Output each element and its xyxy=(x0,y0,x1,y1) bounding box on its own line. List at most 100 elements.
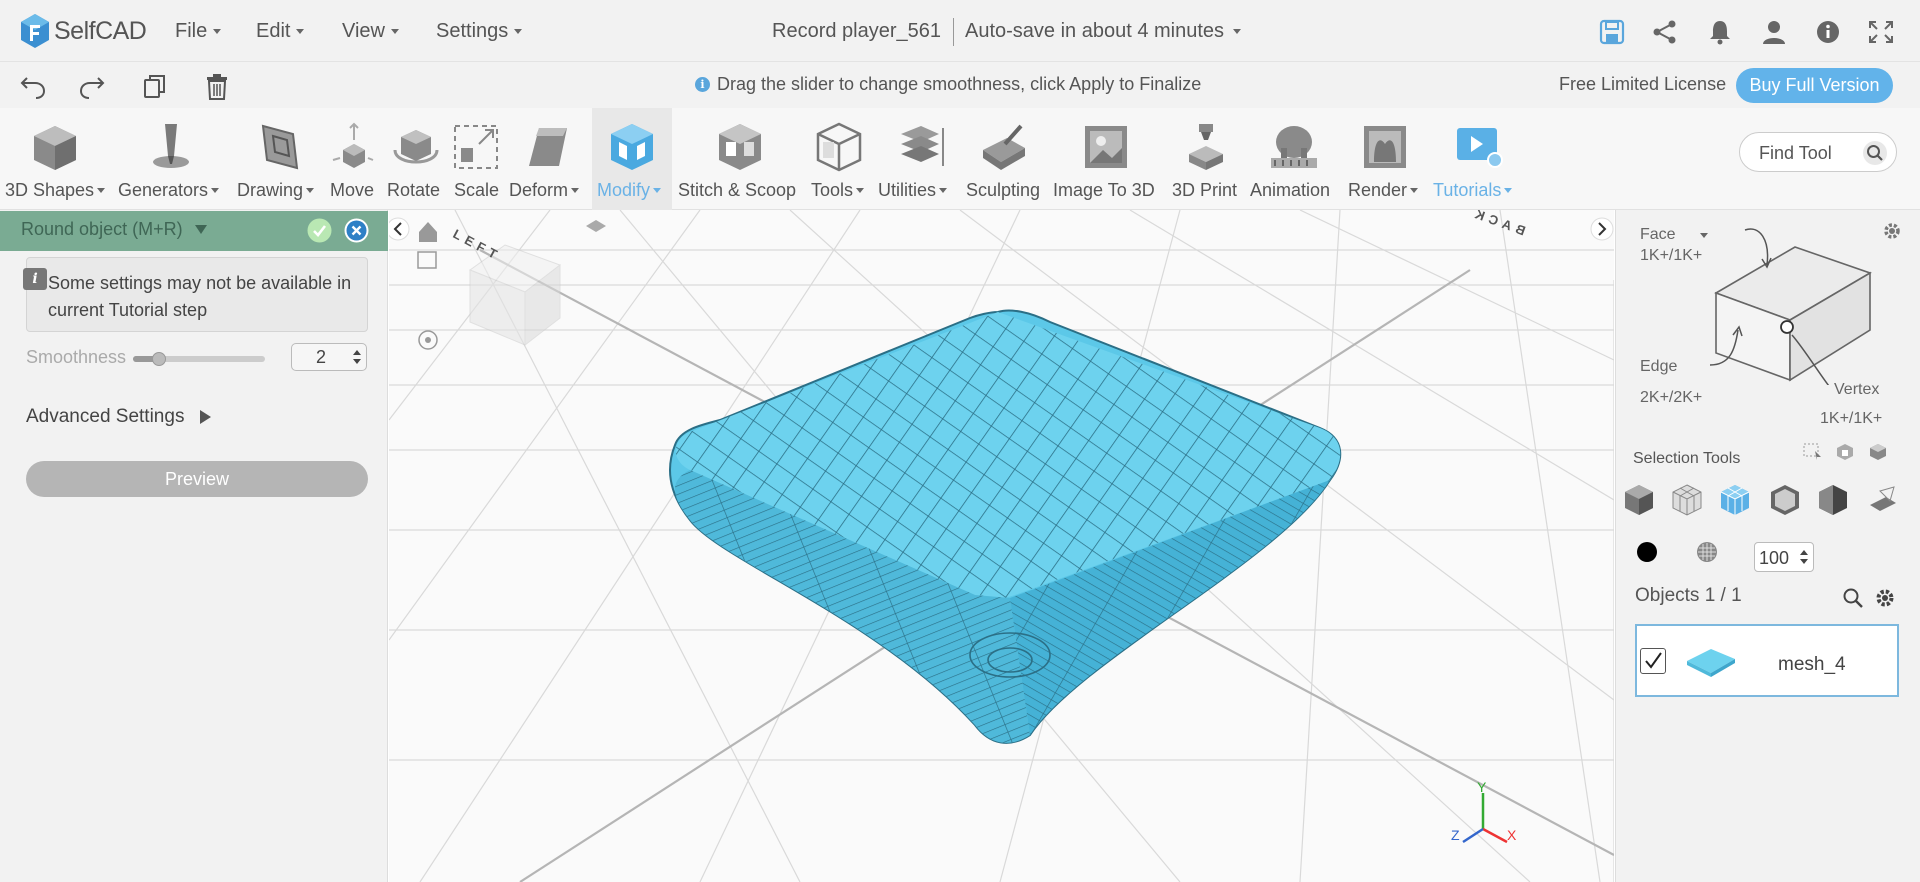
info-icon[interactable] xyxy=(1814,19,1842,45)
chevron-down-icon xyxy=(97,188,106,193)
save-icon[interactable] xyxy=(1598,19,1626,45)
chevron-down-icon xyxy=(213,29,222,34)
search-icon[interactable] xyxy=(1862,140,1888,166)
tool-label: Scale xyxy=(454,180,500,200)
scene-canvas[interactable]: LEFT BACK Y X Z xyxy=(389,210,1614,882)
opacity-value: 100 xyxy=(1759,548,1790,568)
chevron-down-icon xyxy=(856,188,865,193)
gear-icon[interactable] xyxy=(1874,587,1896,609)
3d-viewport[interactable]: LEFT BACK Y X Z xyxy=(389,210,1614,882)
perspective-icon[interactable] xyxy=(586,220,606,232)
vertex-count: 1K+/1K+ xyxy=(1820,410,1883,427)
menu-edit[interactable]: Edit xyxy=(256,20,305,43)
tool-modify[interactable]: Modify xyxy=(592,108,672,210)
tool-3d-print[interactable]: 3D Print xyxy=(1168,108,1244,210)
tool-deform[interactable]: Deform xyxy=(505,108,590,210)
tool-generators[interactable]: Generators xyxy=(116,108,226,210)
hint-text: Drag the slider to change smoothness, cl… xyxy=(717,74,1202,94)
select-box-icon[interactable] xyxy=(1835,443,1855,461)
triangle-down-icon xyxy=(194,225,207,234)
search-icon[interactable] xyxy=(1842,587,1864,609)
bell-icon[interactable] xyxy=(1706,19,1734,45)
select-arrow-icon[interactable] xyxy=(1803,443,1823,461)
checkmark-icon xyxy=(1645,652,1662,669)
wireframe-cube-icon[interactable] xyxy=(1670,483,1704,517)
object-visibility-checkbox[interactable] xyxy=(1640,648,1666,674)
plane-cut-icon[interactable] xyxy=(1866,483,1900,517)
stepper-arrows-icon[interactable] xyxy=(352,349,362,365)
tool-3d-shapes[interactable]: 3D Shapes xyxy=(0,108,110,210)
collapse-left-button[interactable] xyxy=(389,217,410,241)
cancel-close-icon[interactable] xyxy=(344,218,369,243)
collapse-right-button[interactable] xyxy=(1590,217,1614,241)
autosave-label: Auto-save in about 4 minutes xyxy=(965,20,1225,42)
app-name: SelfCAD xyxy=(54,16,147,45)
tool-label: Stitch & Scoop xyxy=(678,180,797,200)
menu-settings[interactable]: Settings xyxy=(436,20,523,43)
opacity-stepper[interactable]: 100 xyxy=(1754,542,1814,572)
tool-animation[interactable]: Animation xyxy=(1248,108,1340,210)
stitch-scoop-icon xyxy=(719,124,761,170)
advanced-settings-toggle[interactable]: Advanced Settings xyxy=(26,406,212,428)
chevron-down-icon xyxy=(1233,29,1242,34)
triangle-right-icon xyxy=(200,410,212,424)
menu-file[interactable]: File xyxy=(175,20,222,43)
tool-utilities[interactable]: Utilities xyxy=(875,108,965,210)
tool-render[interactable]: Render xyxy=(1345,108,1425,210)
menu-view[interactable]: View xyxy=(342,20,399,43)
tool-drawing[interactable]: Drawing xyxy=(235,108,325,210)
object-list-item[interactable] xyxy=(1635,624,1899,697)
mesh-object[interactable] xyxy=(669,309,1342,744)
copy-icon[interactable] xyxy=(141,72,169,100)
tool-move[interactable]: Move xyxy=(325,108,383,210)
tool-image-to-3d[interactable]: Image To 3D xyxy=(1050,108,1162,210)
tool-rotate[interactable]: Rotate xyxy=(385,108,447,210)
autosave-status[interactable]: Auto-save in about 4 minutes xyxy=(965,20,1242,43)
share-icon[interactable] xyxy=(1651,19,1679,45)
selection-mode-dropdown[interactable]: Face xyxy=(1640,226,1708,244)
selection-cube-diagram[interactable] xyxy=(1700,225,1880,385)
solid-cube-icon[interactable] xyxy=(1622,483,1656,517)
apply-check-icon[interactable] xyxy=(307,218,332,243)
menu-edit-label: Edit xyxy=(256,20,291,42)
half-cube-icon[interactable] xyxy=(1816,483,1850,517)
tutorial-notice: i Some settings may not be available in … xyxy=(23,257,368,332)
document-name[interactable]: Record player_561 xyxy=(772,20,941,43)
stepper-arrows-icon[interactable] xyxy=(1799,549,1809,565)
tool-tools[interactable]: Tools xyxy=(808,108,870,210)
selfcad-logo[interactable]: SelfCAD xyxy=(20,11,147,51)
texture-material-icon[interactable] xyxy=(1696,541,1718,563)
chevron-down-icon xyxy=(514,29,523,34)
tools-icon xyxy=(816,122,862,172)
tool-label: Modify xyxy=(597,180,651,200)
fullscreen-icon[interactable] xyxy=(1867,19,1895,45)
tool-label: Generators xyxy=(118,180,209,200)
tool-label: Rotate xyxy=(387,180,441,200)
advanced-settings-label: Advanced Settings xyxy=(26,406,185,427)
render-icon xyxy=(1364,126,1406,168)
operation-title[interactable]: Round object (M+R) xyxy=(21,219,207,240)
chevron-down-icon xyxy=(939,188,948,193)
face-select-cube-icon[interactable] xyxy=(1718,483,1752,517)
undo-icon[interactable] xyxy=(19,72,47,100)
trash-icon[interactable] xyxy=(203,72,231,100)
user-icon[interactable] xyxy=(1760,19,1788,45)
color-swatch-icon[interactable] xyxy=(1636,541,1658,563)
tool-stitch-scoop[interactable]: Stitch & Scoop xyxy=(675,108,805,210)
axis-y-label: Y xyxy=(1477,779,1487,795)
find-tool-input[interactable]: Find Tool xyxy=(1739,132,1897,172)
frame-view-icon[interactable] xyxy=(417,251,437,269)
select-cube-icon[interactable] xyxy=(1868,443,1888,461)
xray-cube-icon[interactable] xyxy=(1768,483,1802,517)
gear-icon[interactable] xyxy=(1882,221,1902,241)
home-view-icon[interactable] xyxy=(419,222,437,242)
preview-button[interactable]: Preview xyxy=(26,461,368,497)
buy-full-version-button[interactable]: Buy Full Version xyxy=(1736,68,1893,103)
redo-icon[interactable] xyxy=(78,72,106,100)
tool-tutorials[interactable]: Tutorials xyxy=(1430,108,1525,210)
tool-sculpting[interactable]: Sculpting xyxy=(963,108,1045,210)
tool-scale[interactable]: Scale xyxy=(450,108,502,210)
smoothness-stepper[interactable]: 2 xyxy=(291,343,367,371)
axis-gizmo: Y X Z xyxy=(1451,779,1517,844)
tutorial-notice-text: Some settings may not be available in cu… xyxy=(48,273,352,320)
